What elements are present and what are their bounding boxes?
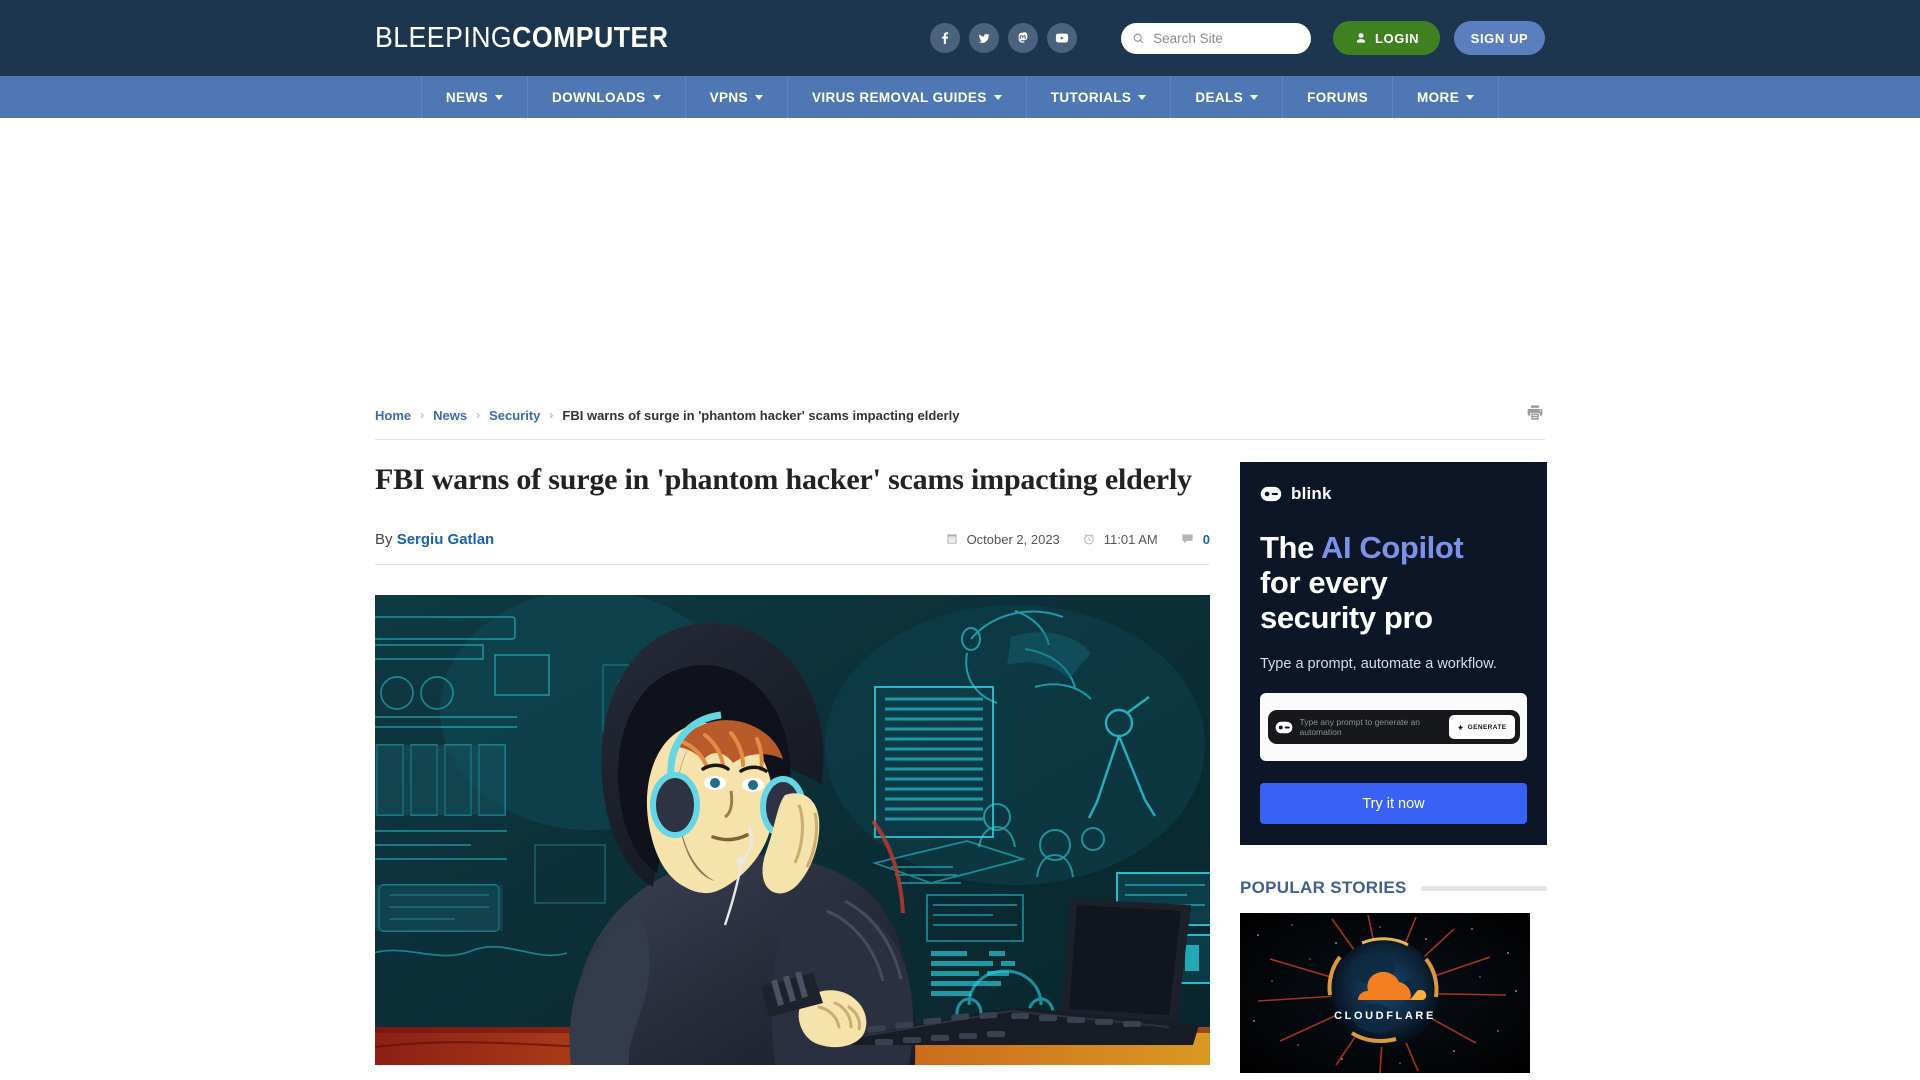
chevron-down-icon bbox=[652, 94, 661, 100]
nav-item-label: MORE bbox=[1417, 89, 1460, 105]
nav-item-label: FORUMS bbox=[1307, 89, 1369, 105]
calendar-icon bbox=[946, 534, 957, 544]
content-area: FBI warns of surge in 'phantom hacker' s… bbox=[375, 440, 1547, 1073]
nav-item-deals[interactable]: DEALS bbox=[1171, 76, 1284, 118]
nav-item-more[interactable]: MORE bbox=[1393, 76, 1500, 118]
breadcrumb-item-4: FBI warns of surge in 'phantom hacker' s… bbox=[562, 407, 960, 423]
user-icon bbox=[1356, 33, 1366, 43]
breadcrumb-item-1[interactable]: Home bbox=[375, 408, 411, 423]
page-container: Home › News › Security › FBI warns of surge in… bbox=[375, 403, 1547, 1073]
nav-item-news[interactable]: NEWS bbox=[420, 76, 528, 118]
blink-logo: blink bbox=[1260, 484, 1527, 504]
breadcrumb: Home › News › Security › FBI warns of surge in… bbox=[375, 408, 959, 423]
logo-text-light: BLEEPING bbox=[375, 21, 513, 54]
hacker-illustration bbox=[375, 594, 1210, 1065]
top-ad-slot bbox=[0, 118, 1920, 403]
nav-item-vpns[interactable]: VPNS bbox=[686, 76, 788, 118]
blink-headline-part3: security pro bbox=[1260, 600, 1433, 636]
main-navigation: NEWS DOWNLOADS VPNS VIRUS REMOVAL GUIDES TUT… bbox=[0, 76, 1920, 118]
article: FBI warns of surge in 'phantom hacker' s… bbox=[375, 462, 1210, 1073]
author-line: By Sergiu Gatlan bbox=[375, 531, 494, 548]
search-box[interactable] bbox=[1121, 22, 1312, 54]
nav-item-label: VPNS bbox=[709, 89, 748, 105]
comments[interactable]: 0 bbox=[1180, 532, 1210, 547]
nav-item-forums[interactable]: FORUMS bbox=[1283, 76, 1394, 118]
publish-date-label: October 2, 2023 bbox=[966, 531, 1060, 547]
blink-cta-label: Try it now bbox=[1362, 795, 1425, 812]
blink-prompt-card: Type any prompt to generate an automatio… bbox=[1260, 693, 1527, 762]
blink-prompt-placeholder: Type any prompt to generate an automatio… bbox=[1299, 717, 1421, 738]
facebook-icon[interactable] bbox=[930, 23, 961, 53]
blink-headline-part2: for every bbox=[1260, 565, 1388, 601]
article-meta: October 2, 2023 11:01 AM 0 bbox=[945, 532, 1210, 547]
chevron-down-icon bbox=[1250, 94, 1259, 100]
clock-icon bbox=[1083, 534, 1094, 545]
sidebar: blink The AI Copilot for every security … bbox=[1240, 462, 1547, 1073]
blink-generate-button[interactable]: GENERATE bbox=[1448, 715, 1515, 740]
search-icon bbox=[1133, 33, 1144, 43]
popular-stories-header: POPULAR STORIES bbox=[1240, 878, 1547, 898]
article-hero-image bbox=[375, 594, 1210, 1065]
chevron-down-icon bbox=[494, 94, 503, 100]
page-title: FBI warns of surge in 'phantom hacker' s… bbox=[375, 463, 1192, 496]
signup-button[interactable]: SIGN UP bbox=[1454, 21, 1545, 55]
nav-item-downloads[interactable]: DOWNLOADS bbox=[528, 76, 686, 118]
site-logo[interactable]: BLEEPINGCOMPUTER bbox=[375, 22, 668, 55]
logo-text-bold: COMPUTER bbox=[512, 21, 669, 54]
breadcrumb-separator: › bbox=[420, 408, 425, 422]
breadcrumb-separator: › bbox=[476, 408, 481, 422]
popular-stories-title: POPULAR STORIES bbox=[1240, 878, 1407, 897]
popular-stories-rule bbox=[1420, 885, 1547, 891]
blink-robot-icon-small bbox=[1275, 721, 1292, 733]
blink-advertisement[interactable]: blink The AI Copilot for every security … bbox=[1240, 462, 1547, 845]
nav-item-label: DOWNLOADS bbox=[551, 89, 646, 105]
nav-item-label: VIRUS REMOVAL GUIDES bbox=[811, 89, 987, 105]
login-button[interactable]: LOGIN bbox=[1333, 21, 1440, 55]
breadcrumb-item-3[interactable]: Security bbox=[489, 408, 540, 423]
breadcrumb-item-2[interactable]: News bbox=[433, 408, 467, 423]
publish-time-label: 11:01 AM bbox=[1103, 531, 1158, 547]
sparkle-icon bbox=[1457, 724, 1463, 730]
chevron-down-icon bbox=[993, 94, 1002, 100]
comment-count: 0 bbox=[1202, 531, 1210, 547]
breadcrumb-separator: › bbox=[549, 408, 554, 422]
mastodon-icon[interactable] bbox=[1008, 23, 1039, 53]
blink-headline: The AI Copilot for every security pro bbox=[1260, 530, 1527, 635]
printer-icon[interactable] bbox=[1525, 403, 1545, 427]
nav-item-virus-removal-guides[interactable]: VIRUS REMOVAL GUIDES bbox=[788, 76, 1027, 118]
nav-item-tutorials[interactable]: TUTORIALS bbox=[1027, 76, 1172, 118]
article-byline: By Sergiu Gatlan October 2, 2023 11:01 A… bbox=[375, 531, 1210, 565]
publish-time: 11:01 AM bbox=[1082, 532, 1158, 547]
twitter-icon[interactable] bbox=[969, 23, 1000, 53]
blink-headline-accent: AI Copilot bbox=[1320, 530, 1464, 565]
blink-generate-label: GENERATE bbox=[1467, 723, 1507, 731]
nav-item-label: TUTORIALS bbox=[1050, 89, 1132, 105]
blink-subtitle: Type a prompt, automate a workflow. bbox=[1260, 656, 1497, 673]
signup-button-label: SIGN UP bbox=[1470, 30, 1529, 46]
site-header: BLEEPINGCOMPUTER LOGIN SIGN UP bbox=[0, 0, 1920, 76]
chevron-down-icon bbox=[1466, 94, 1475, 100]
social-links bbox=[930, 23, 1078, 53]
popular-story-thumbnail[interactable]: CLOUDFLARE bbox=[1240, 913, 1530, 1073]
blink-headline-part1: The bbox=[1260, 530, 1321, 565]
blink-prompt-bar[interactable]: Type any prompt to generate an automatio… bbox=[1267, 710, 1520, 745]
youtube-icon[interactable] bbox=[1047, 23, 1078, 53]
blink-cta-button[interactable]: Try it now bbox=[1260, 783, 1527, 825]
publish-date: October 2, 2023 bbox=[945, 532, 1060, 547]
blink-brand-label: blink bbox=[1291, 484, 1332, 503]
login-button-label: LOGIN bbox=[1375, 30, 1420, 46]
author-link[interactable]: Sergiu Gatlan bbox=[397, 531, 495, 548]
chevron-down-icon bbox=[754, 94, 763, 100]
cloudflare-thumbnail-image: CLOUDFLARE bbox=[1240, 913, 1530, 1073]
cloudflare-wordmark: CLOUDFLARE bbox=[1334, 1010, 1436, 1022]
blink-robot-icon bbox=[1260, 486, 1282, 502]
breadcrumb-bar: Home › News › Security › FBI warns of surge in… bbox=[375, 403, 1545, 440]
by-prefix: By bbox=[375, 530, 393, 548]
chevron-down-icon bbox=[1138, 94, 1147, 100]
comment-icon bbox=[1182, 534, 1193, 544]
search-input[interactable] bbox=[1153, 30, 1301, 46]
nav-item-label: NEWS bbox=[445, 89, 488, 105]
nav-item-label: DEALS bbox=[1195, 89, 1244, 105]
